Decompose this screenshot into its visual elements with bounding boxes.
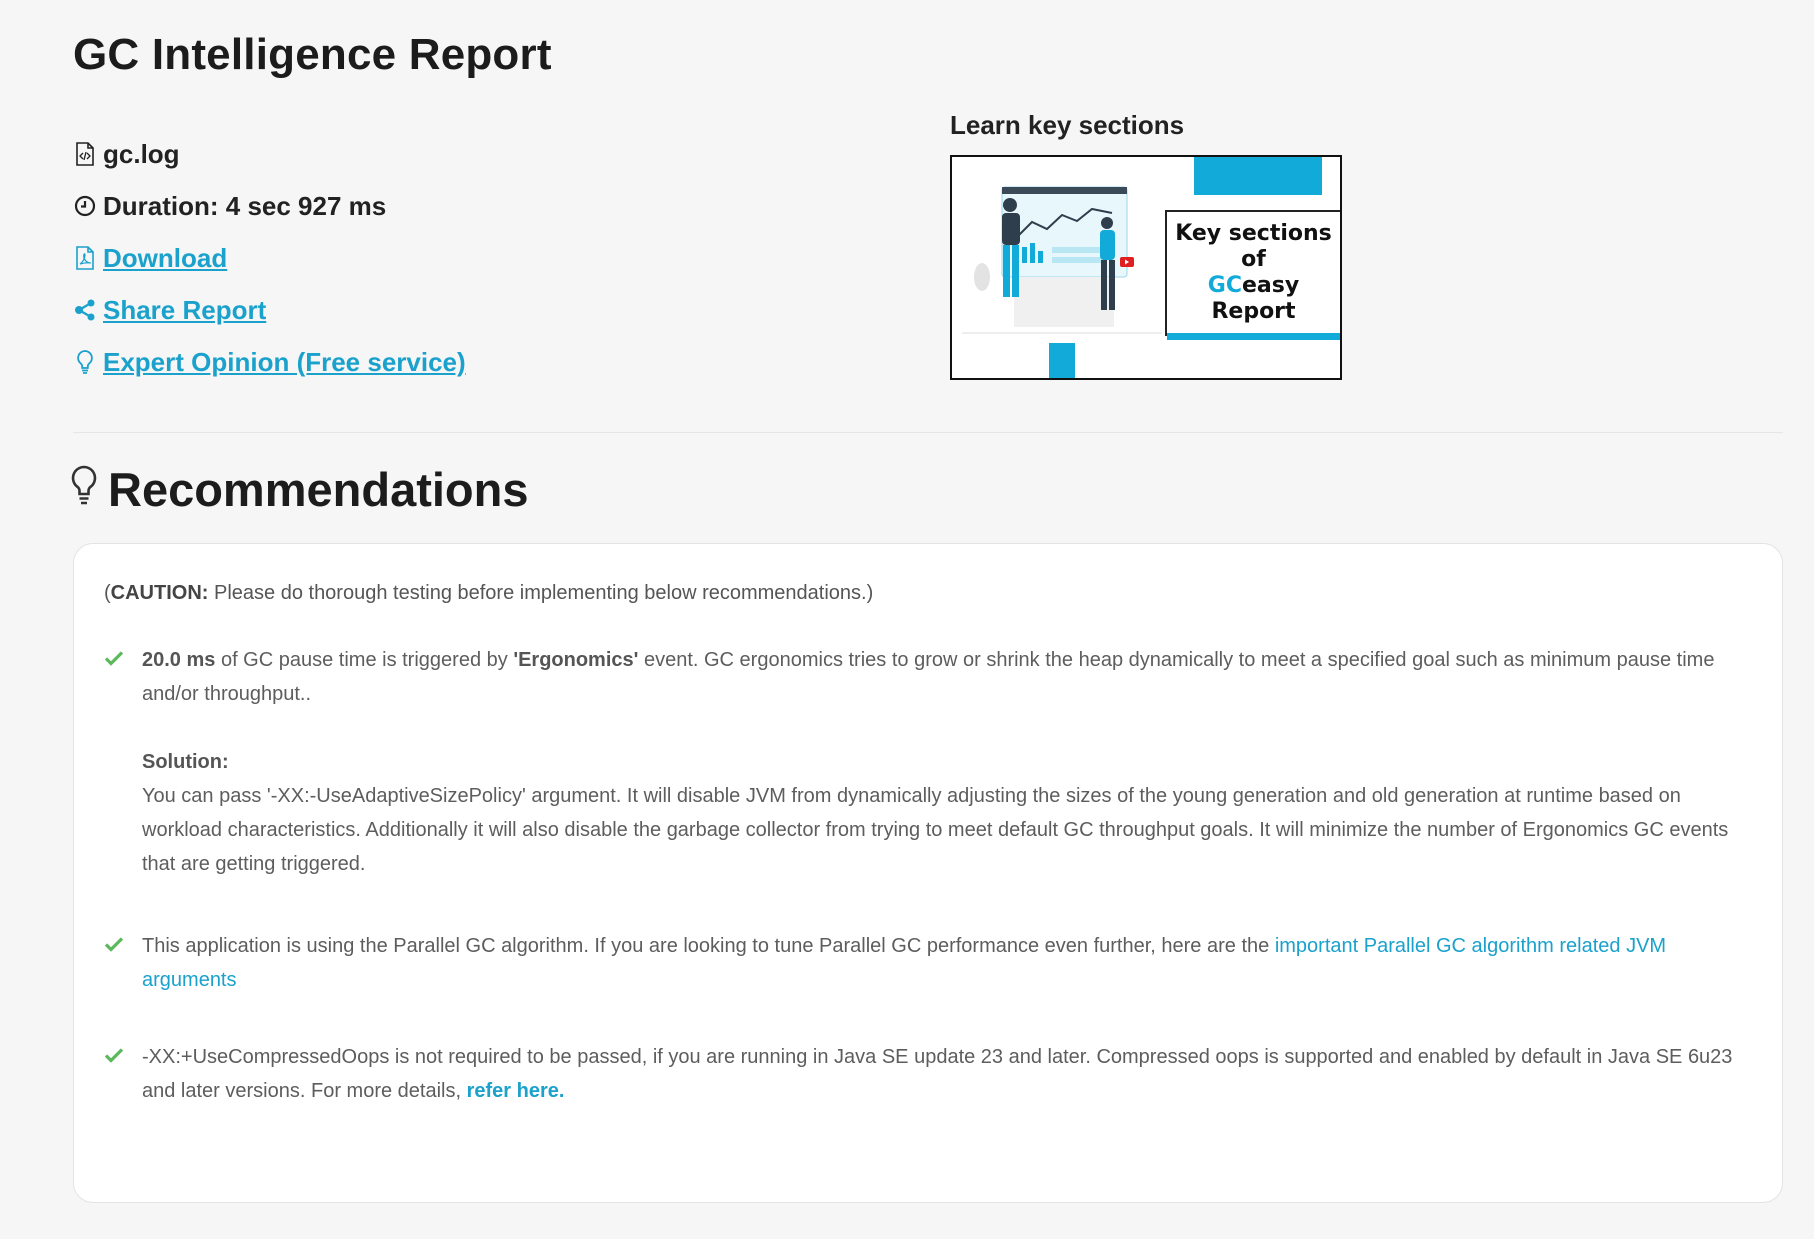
thumb-line2: of	[1241, 247, 1266, 272]
rec-text: -XX:+UseCompressedOops is not required t…	[142, 1046, 1733, 1102]
thumb-line4: Report	[1211, 299, 1296, 324]
recommendation-item: 20.0 ms of GC pause time is triggered by…	[104, 643, 1754, 881]
rec-text: of GC pause time is triggered by	[215, 649, 514, 671]
duration-text: Duration: 4 sec 927 ms	[103, 190, 387, 221]
thumb-title-card: Key sections of GCeasy Report	[1165, 210, 1340, 336]
caution-label: CAUTION:	[110, 582, 209, 604]
thumb-gc: GC	[1207, 273, 1242, 298]
recommendations-title: Recommendations	[108, 463, 529, 516]
recommendation-body: This application is using the Parallel G…	[142, 929, 1754, 997]
section-divider	[73, 432, 1783, 433]
file-name-row: gc.log	[73, 128, 466, 180]
solution-text: You can pass '-XX:-UseAdaptiveSizePolicy…	[142, 785, 1729, 875]
expert-opinion-link[interactable]: Expert Opinion (Free service)	[103, 347, 466, 378]
report-meta: gc.log Duration: 4 sec 927 ms Download S…	[73, 128, 466, 388]
learn-key-sections-title: Learn key sections	[950, 110, 1185, 140]
code-file-icon	[73, 141, 97, 167]
recommendations-card: (CAUTION: Please do thorough testing bef…	[73, 543, 1783, 1203]
recommendation-body: 20.0 ms of GC pause time is triggered by…	[142, 643, 1754, 881]
refer-here-link[interactable]: refer here.	[467, 1080, 565, 1102]
dashboard-illustration	[962, 186, 1162, 334]
recommendation-item: -XX:+UseCompressedOops is not required t…	[104, 1040, 1754, 1108]
recommendation-item: This application is using the Parallel G…	[104, 929, 1754, 997]
thumb-card-bar	[1167, 333, 1340, 340]
thumb-line3: GCeasy	[1208, 273, 1299, 299]
rec-text: This application is using the Parallel G…	[142, 935, 1275, 957]
download-link[interactable]: Download	[103, 243, 227, 274]
event-name: 'Ergonomics'	[513, 649, 639, 671]
share-row[interactable]: Share Report	[73, 284, 466, 336]
thumb-easy: easy	[1242, 273, 1300, 298]
recommendations-heading: Recommendations	[70, 462, 528, 517]
pdf-file-icon	[73, 245, 97, 271]
check-icon	[104, 937, 124, 952]
pause-time: 20.0 ms	[142, 649, 216, 671]
thumb-accent-bottom	[1049, 343, 1075, 378]
caution-text: Please do thorough testing before implem…	[208, 582, 874, 604]
lightbulb-icon	[73, 349, 97, 375]
duration-row: Duration: 4 sec 927 ms	[73, 180, 466, 232]
lightbulb-icon	[70, 462, 98, 517]
recommendation-body: -XX:+UseCompressedOops is not required t…	[142, 1040, 1754, 1108]
thumb-line1: Key sections	[1175, 221, 1332, 246]
check-icon	[104, 651, 124, 666]
share-icon	[73, 297, 97, 323]
clock-icon	[73, 193, 97, 219]
download-row[interactable]: Download	[73, 232, 466, 284]
thumb-accent-top	[1194, 157, 1322, 195]
page-title: GC Intelligence Report	[73, 30, 552, 79]
caution-open-paren: (	[104, 582, 111, 604]
share-report-link[interactable]: Share Report	[103, 295, 266, 326]
check-icon	[104, 1048, 124, 1063]
solution-title: Solution:	[142, 751, 229, 773]
caution-note: (CAUTION: Please do thorough testing bef…	[104, 582, 873, 605]
expert-opinion-row[interactable]: Expert Opinion (Free service)	[73, 336, 466, 388]
video-thumbnail[interactable]: Key sections of GCeasy Report	[950, 155, 1342, 380]
file-name: gc.log	[103, 138, 180, 169]
